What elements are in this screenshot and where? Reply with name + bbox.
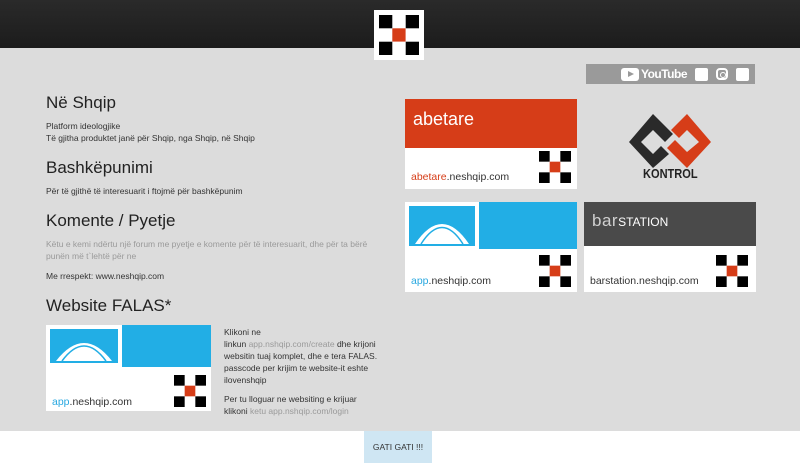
login-link[interactable]: ketu app.nshqip.com/login <box>250 406 349 416</box>
create-link[interactable]: app.nshqip.com/create <box>249 339 335 349</box>
kontrol-logo-icon <box>629 114 711 168</box>
shqip-line2: Të gjitha produktet janë për Shqip, nga … <box>46 133 255 143</box>
social-bar: YouTube t f <box>586 64 755 84</box>
section-title-shqip: Në Shqip <box>46 93 116 112</box>
website-card-url: app.neshqip.com <box>52 396 132 408</box>
youtube-icon <box>620 67 639 81</box>
komente-line2: punën më t`lehtë për ne <box>46 251 137 261</box>
facebook-icon[interactable]: f <box>736 67 749 81</box>
boat-image <box>46 325 122 367</box>
gati-button[interactable]: GATI GATI !!! <box>364 431 432 463</box>
site-logo[interactable] <box>374 10 424 60</box>
boat-image <box>405 202 479 249</box>
instagram-icon[interactable] <box>716 68 728 80</box>
website-falas-card[interactable]: app.neshqip.com <box>46 325 211 411</box>
abetare-title: abetare <box>413 109 475 129</box>
kontrol-card[interactable]: KONTROL <box>625 110 715 190</box>
barstation-card[interactable]: barSTATION barstation.neshqip.com <box>584 202 756 292</box>
neshqip-x-icon <box>539 255 571 287</box>
barstation-url: barstation.neshqip.com <box>590 275 699 287</box>
section-title-bashkepunimi: Bashkëpunimi <box>46 158 153 177</box>
left-column: Në Shqip Platform ideologjike Të gjitha … <box>46 88 386 316</box>
kontrol-label: KONTROL <box>643 166 698 181</box>
abetare-banner: abetare <box>405 99 577 148</box>
section-title-website: Website FALAS* <box>46 296 172 315</box>
app-url: app.neshqip.com <box>411 275 491 287</box>
komente-line3: Me rrespekt: www.neshqip.com <box>46 271 165 281</box>
youtube-link[interactable]: YouTube <box>620 67 688 81</box>
neshqip-x-icon <box>174 375 206 407</box>
abetare-url: abetare.neshqip.com <box>411 171 510 183</box>
app-card[interactable]: app.neshqip.com <box>405 202 577 292</box>
website-falas-text: Klikoni ne linkun app.nshqip.com/create … <box>224 327 378 416</box>
barstation-banner: barSTATION <box>584 202 756 246</box>
shqip-line1: Platform ideologjike <box>46 121 121 131</box>
section-title-komente: Komente / Pyetje <box>46 211 176 230</box>
komente-line1: Këtu e kemi ndërtu një forum me pyetje e… <box>46 239 368 249</box>
neshqip-x-icon <box>539 151 571 183</box>
neshqip-x-icon <box>716 255 748 287</box>
bashkepunimi-line1: Për të gjithë të interesuarit i ftojmë p… <box>46 186 243 196</box>
abetare-card[interactable]: abetare abetare.neshqip.com <box>405 99 577 189</box>
barstation-title: barSTATION <box>592 211 669 230</box>
twitter-icon[interactable]: t <box>695 67 708 81</box>
